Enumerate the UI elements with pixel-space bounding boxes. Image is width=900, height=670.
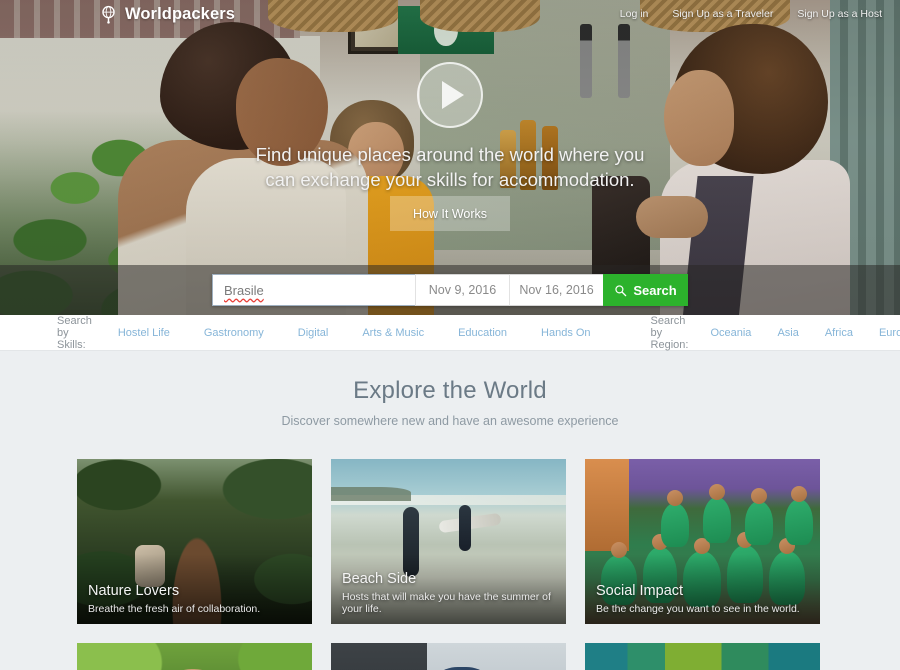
card-title: Beach Side <box>342 571 417 587</box>
brand-logo[interactable]: Worldpackers <box>99 5 235 24</box>
hero-tagline-line2: can exchange your skills for accommodati… <box>265 169 635 190</box>
page-subtitle: Discover somewhere new and have an aweso… <box>281 414 619 428</box>
globe-pin-icon <box>102 5 115 24</box>
hero-tagline-line1: Find unique places around the world wher… <box>255 144 645 165</box>
skill-link-education[interactable]: Education <box>458 327 507 339</box>
hero-section: Worldpackers Log in Sign Up as a Travele… <box>0 0 900 315</box>
page-title: Explore the World <box>353 377 547 404</box>
search-by-skills-label: Search by Skills: <box>57 314 92 351</box>
card-image <box>585 643 820 670</box>
top-nav-links: Log in Sign Up as a Traveler Sign Up as … <box>620 8 882 20</box>
search-bar: Brasile Nov 9, 2016 Nov 16, 2016 Search <box>212 274 688 306</box>
card-row2-2[interactable] <box>331 643 566 670</box>
card-caption: Nature Lovers Breathe the fresh air of c… <box>88 583 302 615</box>
brand-name: Worldpackers <box>125 4 236 23</box>
destination-value: Brasile <box>224 282 264 298</box>
checkout-date-input[interactable]: Nov 16, 2016 <box>509 274 603 306</box>
card-nature-lovers[interactable]: Nature Lovers Breathe the fresh air of c… <box>77 459 312 624</box>
hero-tagline: Find unique places around the world wher… <box>0 142 900 192</box>
card-description: Be the change you want to see in the wor… <box>596 603 800 615</box>
card-title: Nature Lovers <box>88 583 180 599</box>
how-it-works-button[interactable]: How It Works <box>390 196 510 231</box>
card-row2-3[interactable] <box>585 643 820 670</box>
region-link-oceania[interactable]: Oceania <box>710 327 751 339</box>
search-by-region-label: Search by Region: <box>650 314 689 351</box>
region-link-europe[interactable]: Europe <box>879 327 900 339</box>
skill-link-hostel-life[interactable]: Hostel Life <box>118 327 170 339</box>
category-card-grid: Nature Lovers Breathe the fresh air of c… <box>77 459 823 670</box>
card-social-impact[interactable]: Social Impact Be the change you want to … <box>585 459 820 624</box>
region-link-asia[interactable]: Asia <box>777 327 798 339</box>
skill-link-gastronomy[interactable]: Gastronomy <box>204 327 264 339</box>
destination-input[interactable]: Brasile <box>212 274 415 306</box>
category-nav: Search by Skills: Hostel Life Gastronomy… <box>0 315 900 351</box>
card-caption: Beach Side Hosts that will make you have… <box>342 571 556 615</box>
search-button-label: Search <box>633 282 677 298</box>
card-description: Hosts that will make you have the summer… <box>342 591 551 615</box>
card-image <box>77 643 312 670</box>
explore-section: Explore the World Discover somewhere new… <box>0 351 900 670</box>
card-title: Social Impact <box>596 583 684 599</box>
checkin-date-input[interactable]: Nov 9, 2016 <box>415 274 509 306</box>
card-image <box>331 643 566 670</box>
top-navigation: Worldpackers Log in Sign Up as a Travele… <box>0 0 900 28</box>
card-beach-side[interactable]: Beach Side Hosts that will make you have… <box>331 459 566 624</box>
region-link-africa[interactable]: Africa <box>825 327 853 339</box>
skill-link-arts-music[interactable]: Arts & Music <box>362 327 424 339</box>
signup-traveler-link[interactable]: Sign Up as a Traveler <box>672 8 773 20</box>
signup-host-link[interactable]: Sign Up as a Host <box>797 8 882 20</box>
play-icon <box>442 81 464 109</box>
card-caption: Social Impact Be the change you want to … <box>596 583 810 615</box>
region-links: Oceania Asia Africa Europe Americas <box>688 327 900 339</box>
search-icon <box>615 284 627 296</box>
skills-links: Hostel Life Gastronomy Digital Arts & Mu… <box>92 327 591 339</box>
card-row2-1[interactable] <box>77 643 312 670</box>
card-description: Breathe the fresh air of collaboration. <box>88 603 261 615</box>
skill-link-digital[interactable]: Digital <box>298 327 329 339</box>
skill-link-hands-on[interactable]: Hands On <box>541 327 591 339</box>
play-video-button[interactable] <box>417 62 483 128</box>
search-button[interactable]: Search <box>603 274 688 306</box>
login-link[interactable]: Log in <box>620 8 649 20</box>
